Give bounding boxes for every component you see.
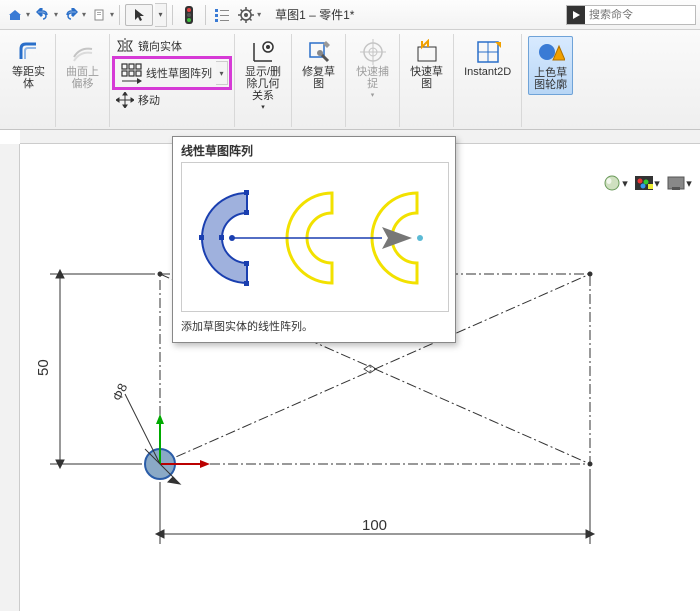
dim-vertical: 50 [35,359,52,376]
traffic-light-icon[interactable] [178,4,200,26]
shaded-contour-button[interactable]: 上色草 图轮廓 [528,36,573,95]
shaded-contour-label: 上色草 图轮廓 [534,67,567,91]
linear-pattern-button[interactable]: 线性草图阵列 [116,60,216,86]
offset-entities-label: 等距实 体 [12,66,45,90]
display-relations-drop-icon[interactable]: ▾ [261,103,265,111]
appearance-icon[interactable]: ▾ [602,172,628,194]
search-input[interactable] [585,9,695,21]
search-command-box[interactable] [566,5,696,25]
tooltip-linear-pattern: 线性草图阵列 添加草图实体的线性阵列。 [172,136,456,343]
quick-snap-label: 快速捕 捉 [356,66,389,90]
options-drop-icon[interactable]: ▾ [257,10,261,19]
offset-entities-button[interactable]: 等距实 体 [8,36,49,93]
tooltip-title: 线性草图阵列 [173,137,455,162]
undo-icon[interactable] [32,4,54,26]
doc-drop-icon[interactable]: ▾ [110,10,114,19]
ruler-vertical [0,144,20,611]
repair-sketch-label: 修复草 图 [302,66,335,90]
view-mini-toolbar: ▾ ▾ ▾ [602,172,692,194]
redo-icon[interactable] [60,4,82,26]
ribbon: 等距实 体 曲面上 偏移 镜向实体 线性草图阵列 ▾ 移动 [0,30,700,130]
linear-pattern-highlight: 线性草图阵列 ▾ [112,56,232,90]
quick-snap-button: 快速捕 捉 ▾ [352,36,393,102]
undo-drop-icon[interactable]: ▾ [54,10,58,19]
linear-pattern-drop[interactable]: ▾ [216,61,228,85]
surface-offset-label: 曲面上 偏移 [66,66,99,90]
search-run-icon[interactable] [567,6,585,24]
scene-icon[interactable]: ▾ [634,172,660,194]
redo-drop-icon[interactable]: ▾ [82,10,86,19]
display-style-icon[interactable]: ▾ [666,172,692,194]
display-relations-label: 显示/删 除几何 关系 [245,66,281,102]
dim-diameter: Φ8 [109,381,130,403]
display-relations-button[interactable]: 显示/删 除几何 关系 ▾ [241,36,285,114]
options-gear-icon[interactable] [235,4,257,26]
instant2d-label: Instant2D [464,66,511,78]
home-menu-icon[interactable] [4,4,26,26]
rapid-sketch-label: 快速草 图 [410,66,443,90]
dim-horizontal: 100 [362,517,387,534]
move-entities-button[interactable]: 移动 [112,90,232,110]
select-arrow-drop[interactable]: ▾ [155,3,167,27]
instant2d-button[interactable]: Instant2D [460,36,515,81]
rapid-sketch-button[interactable]: 快速草 图 [406,36,447,93]
select-arrow-button[interactable] [125,4,153,26]
mirror-entities-label: 镜向实体 [138,38,182,54]
home-drop-icon[interactable]: ▾ [26,10,30,19]
move-entities-label: 移动 [138,92,160,108]
tooltip-desc: 添加草图实体的线性阵列。 [173,316,455,342]
surface-offset-button: 曲面上 偏移 [62,36,103,93]
title-bar: ▾ ▾ ▾ ▾ ▾ ▾ 草图1 – 零件1* [0,0,700,30]
repair-sketch-button[interactable]: 修复草 图 [298,36,339,93]
doc-icon[interactable] [88,4,110,26]
tooltip-preview-image [181,162,449,312]
mirror-entities-button[interactable]: 镜向实体 [112,36,232,56]
list-icon[interactable] [211,4,233,26]
linear-pattern-label: 线性草图阵列 [146,65,212,81]
document-title: 草图1 – 零件1* [275,6,354,23]
